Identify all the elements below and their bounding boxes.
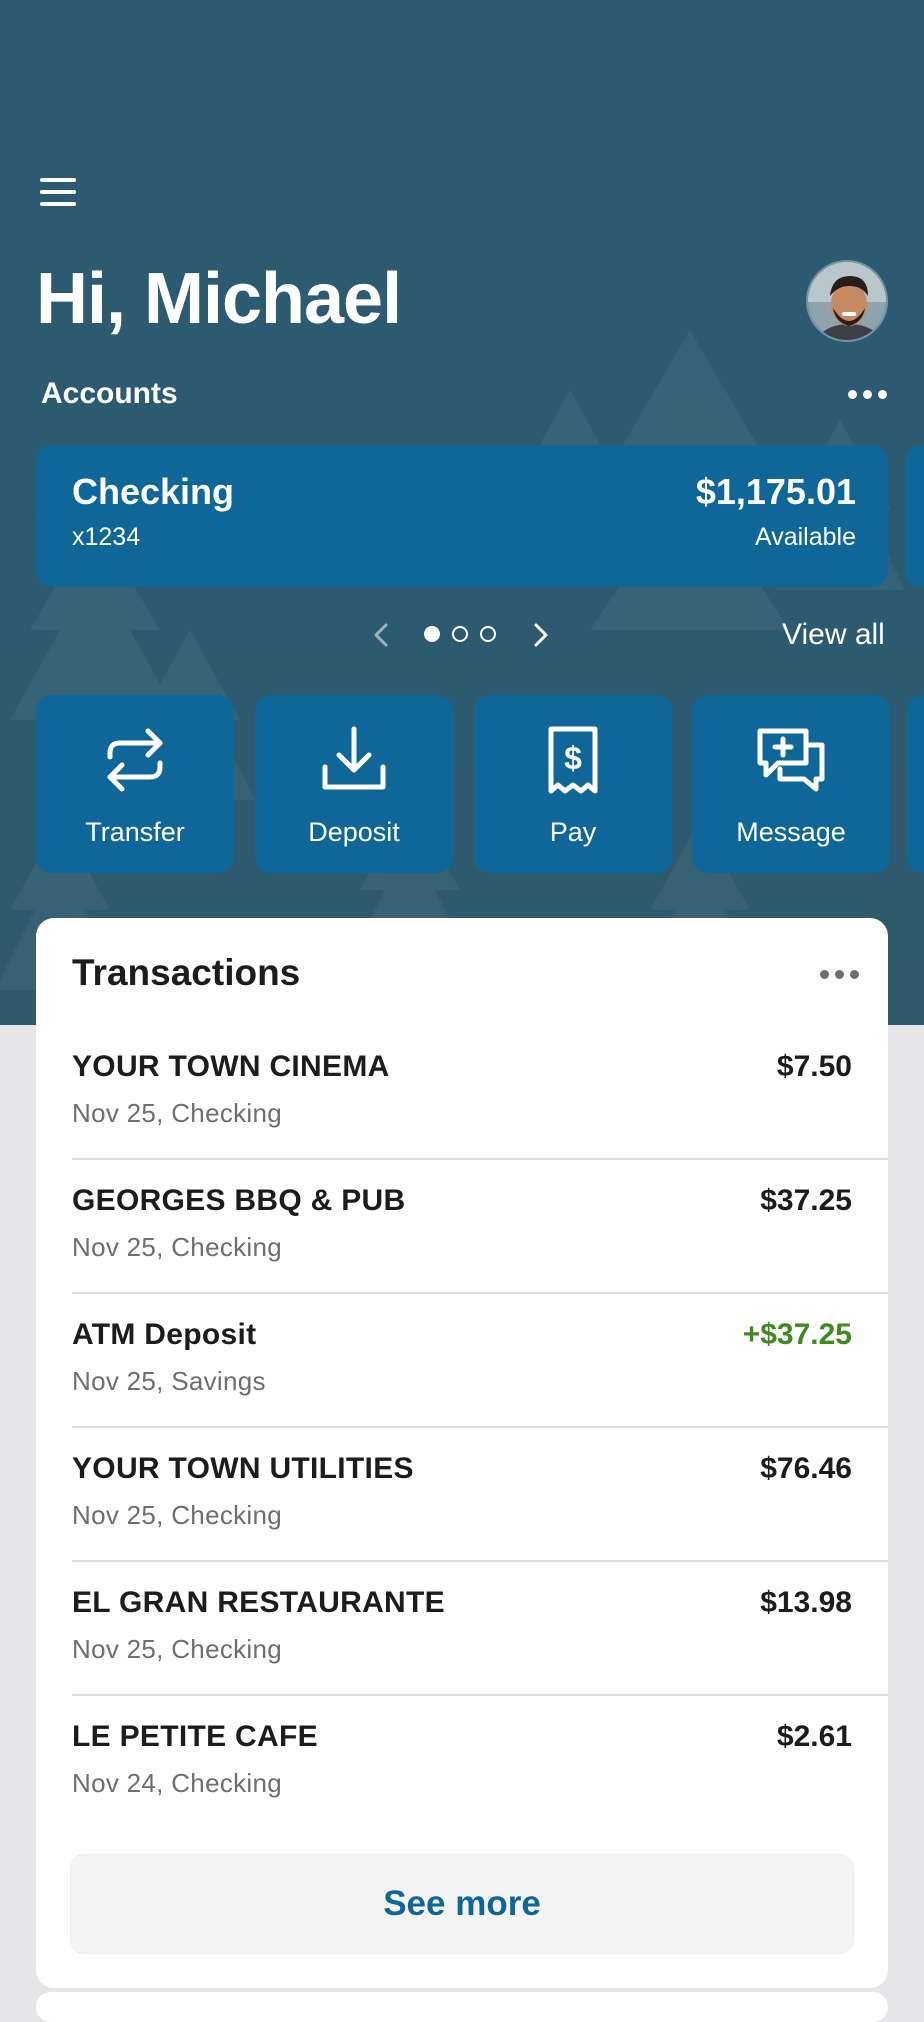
account-balance: $1,175.01 [695,471,856,512]
pay-button[interactable]: $ Pay [474,695,672,873]
previous-account-chevron-icon[interactable] [366,620,396,650]
message-label: Message [736,817,846,847]
transaction-details: Nov 24, Checking [72,1768,283,1798]
account-pager-dots [424,626,496,642]
transaction-amount: +$37.25 [742,1318,852,1351]
message-button[interactable]: Message [692,695,890,873]
deposit-button[interactable]: Deposit [255,695,453,873]
deposit-label: Deposit [308,817,400,847]
next-account-chevron-icon[interactable] [526,620,556,650]
header-background: Hi, Michael Accounts Checking x1234 $1,1… [0,0,924,1025]
pay-bill-icon: $ [548,726,598,794]
next-section-card [36,1992,888,2022]
transaction-name: YOUR TOWN UTILITIES [72,1452,414,1485]
transaction-name: GEORGES BBQ & PUB [72,1184,406,1217]
account-card-checking[interactable]: Checking x1234 $1,175.01 Available [36,445,888,587]
transaction-amount: $13.98 [760,1586,852,1619]
transaction-row[interactable]: YOUR TOWN CINEMA Nov 25, Checking $7.50 [72,1026,888,1160]
transaction-name: EL GRAN RESTAURANTE [72,1586,445,1619]
account-balance-label: Available [754,523,856,551]
svg-text:$: $ [564,740,582,776]
transaction-row[interactable]: ATM Deposit Nov 25, Savings +$37.25 [72,1294,888,1428]
next-account-card[interactable] [905,445,924,587]
hamburger-menu-icon[interactable] [40,172,84,212]
transactions-title: Transactions [72,952,301,993]
transaction-details: Nov 25, Checking [72,1500,283,1530]
transaction-details: Nov 25, Checking [72,1634,283,1664]
transaction-details: Nov 25, Checking [72,1098,283,1128]
pager-dot[interactable] [424,626,440,642]
message-icon [757,728,825,792]
view-all-accounts-link[interactable]: View all [782,618,885,652]
transaction-name: LE PETITE CAFE [72,1720,318,1753]
accounts-heading: Accounts [41,377,178,410]
pager-dot[interactable] [452,626,468,642]
transaction-details: Nov 25, Savings [72,1366,266,1396]
transaction-amount: $2.61 [776,1720,852,1753]
transaction-name: YOUR TOWN CINEMA [72,1050,390,1083]
transfer-icon [107,728,163,792]
account-number: x1234 [72,523,141,551]
greeting-title: Hi, Michael [36,259,402,339]
transaction-amount: $7.50 [776,1050,852,1083]
transactions-more-icon[interactable] [820,970,859,979]
accounts-more-icon[interactable] [848,390,887,399]
transaction-row[interactable]: GEORGES BBQ & PUB Nov 25, Checking $37.2… [72,1160,888,1294]
account-name: Checking [72,471,235,512]
transaction-details: Nov 25, Checking [72,1232,283,1262]
transaction-amount: $76.46 [760,1452,852,1485]
transaction-amount: $37.25 [760,1184,852,1217]
pay-label: Pay [549,817,597,847]
more-actions-button[interactable] [907,695,924,873]
see-more-button[interactable]: See more [70,1854,854,1954]
transaction-row[interactable]: LE PETITE CAFE Nov 24, Checking $2.61 [72,1696,888,1830]
transactions-card: Transactions YOUR TOWN CINEMA Nov 25, Ch… [36,918,888,1988]
avatar[interactable] [806,260,888,342]
transaction-name: ATM Deposit [72,1318,257,1351]
transaction-row[interactable]: YOUR TOWN UTILITIES Nov 25, Checking $76… [72,1428,888,1562]
deposit-icon [322,726,386,790]
transfer-label: Transfer [85,817,185,847]
transaction-row[interactable]: EL GRAN RESTAURANTE Nov 25, Checking $13… [72,1562,888,1696]
transfer-button[interactable]: Transfer [36,695,234,873]
pager-dot[interactable] [480,626,496,642]
